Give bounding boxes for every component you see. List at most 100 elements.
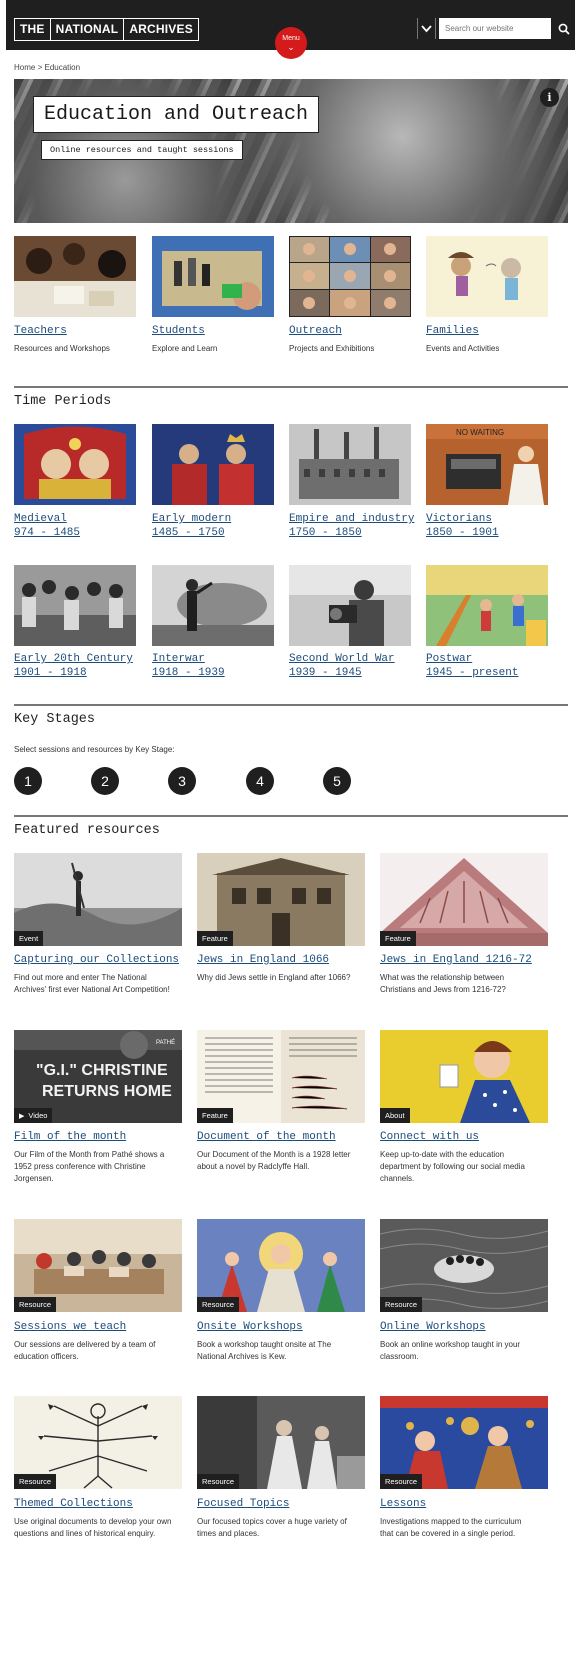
key-stage-1-button[interactable]: 1 (14, 767, 42, 795)
families-link[interactable]: Families (426, 324, 479, 338)
themed-collections-image[interactable]: Resource (14, 1396, 182, 1489)
key-stage-4-button[interactable]: 4 (246, 767, 274, 795)
key-stages-heading: Key Stages (14, 712, 96, 727)
film-of-month-image[interactable]: "G.I." CHRISTINE RETURNS HOME PATHÉ ▶ Vid… (14, 1030, 182, 1123)
focused-topics-image[interactable]: Resource (197, 1396, 365, 1489)
film-title-line2: RETURNS HOME (42, 1083, 172, 1100)
search-dropdown-toggle[interactable] (417, 18, 436, 39)
breadcrumb-separator: > (37, 63, 43, 72)
lessons-link[interactable]: Lessons (380, 1497, 426, 1511)
document-of-month-desc: Our Document of the Month is a 1928 lett… (197, 1150, 351, 1171)
resource-badge: Resource (197, 1297, 240, 1312)
breadcrumb-home-link[interactable]: Home (14, 63, 35, 72)
early-modern-range: 1485 - 1750 (152, 527, 225, 539)
key-stage-3-button[interactable]: 3 (168, 767, 196, 795)
early-20th-century-image[interactable] (14, 565, 136, 646)
victorians-sign-text: NO WAITING (456, 428, 504, 437)
empire-industry-title: Empire and industry (289, 513, 415, 525)
film-of-month-link[interactable]: Film of the month (14, 1130, 126, 1144)
key-stage-2-button[interactable]: 2 (91, 767, 119, 795)
interwar-image[interactable] (152, 565, 274, 646)
victorians-link[interactable]: Victorians 1850 - 1901 (426, 512, 499, 540)
students-image[interactable] (152, 236, 274, 317)
logo-word-the: THE (14, 18, 51, 41)
onsite-workshops-image[interactable]: Resource (197, 1219, 365, 1312)
site-logo[interactable]: THE NATIONAL ARCHIVES (14, 18, 199, 41)
section-divider (14, 704, 568, 706)
students-link[interactable]: Students (152, 324, 205, 338)
hero-banner: Education and Outreach Online resources … (14, 79, 568, 223)
feature-badge: Feature (197, 1108, 233, 1123)
interwar-link[interactable]: Interwar 1918 - 1939 (152, 652, 225, 680)
second-world-war-image[interactable] (289, 565, 411, 646)
students-desc: Explore and Learn (152, 344, 218, 353)
capturing-collections-desc: Find out more and enter The National Arch… (14, 973, 170, 994)
jews-england-1066-image[interactable]: Feature (197, 853, 365, 946)
themed-collections-link[interactable]: Themed Collections (14, 1497, 133, 1511)
menu-button[interactable]: Menu ⌄ (275, 27, 307, 59)
postwar-link[interactable]: Postwar 1945 - present (426, 652, 518, 680)
victorians-range: 1850 - 1901 (426, 527, 499, 539)
empire-industry-image[interactable] (289, 424, 411, 505)
info-icon[interactable]: i (540, 88, 559, 107)
lessons-image[interactable]: Resource (380, 1396, 548, 1489)
key-stage-5-button[interactable]: 5 (323, 767, 351, 795)
postwar-image[interactable] (426, 565, 548, 646)
medieval-image[interactable] (14, 424, 136, 505)
time-periods-heading: Time Periods (14, 394, 112, 409)
online-workshops-desc: Book an online workshop taught in your cl… (380, 1340, 521, 1361)
interwar-range: 1918 - 1939 (152, 667, 225, 679)
focused-topics-link[interactable]: Focused Topics (197, 1497, 289, 1511)
jews-england-1066-desc: Why did Jews settle in England after 106… (197, 973, 351, 982)
onsite-workshops-desc: Book a workshop taught onsite at The Nati… (197, 1340, 332, 1361)
medieval-title: Medieval (14, 513, 67, 525)
empire-industry-range: 1750 - 1850 (289, 527, 362, 539)
early-20th-century-title: Early 20th Century (14, 653, 133, 665)
focused-topics-desc: Our focused topics cover a huge variety … (197, 1517, 347, 1538)
families-image[interactable] (426, 236, 548, 317)
search-button[interactable] (554, 18, 574, 39)
featured-resources-heading: Featured resources (14, 823, 160, 838)
early-modern-title: Early modern (152, 513, 232, 525)
search-bar (417, 18, 574, 39)
feature-badge: Feature (380, 931, 416, 946)
empire-industry-link[interactable]: Empire and industry 1750 - 1850 (289, 512, 414, 540)
jews-england-1066-link[interactable]: Jews in England 1066 (197, 953, 329, 967)
second-world-war-title: Second World War (289, 653, 395, 665)
search-input[interactable] (439, 18, 551, 39)
resource-badge: Resource (197, 1474, 240, 1489)
jews-england-1216-desc: What was the relationship between Christi… (380, 973, 506, 994)
sessions-we-teach-link[interactable]: Sessions we teach (14, 1320, 126, 1334)
teachers-link[interactable]: Teachers (14, 324, 67, 338)
onsite-workshops-link[interactable]: Onsite Workshops (197, 1320, 303, 1334)
event-badge: Event (14, 931, 44, 946)
sessions-we-teach-image[interactable]: Resource (14, 1219, 182, 1312)
early-20th-century-link[interactable]: Early 20th Century 1901 - 1918 (14, 652, 133, 680)
resource-badge: Resource (14, 1474, 57, 1489)
lessons-desc: Investigations mapped to the curriculum t… (380, 1517, 522, 1538)
document-of-month-image[interactable]: Feature (197, 1030, 365, 1123)
jews-england-1216-image[interactable]: Feature (380, 853, 548, 946)
medieval-range: 974 - 1485 (14, 527, 81, 539)
early-modern-image[interactable] (152, 424, 274, 505)
capturing-collections-image[interactable]: Event (14, 853, 182, 946)
key-stages-intro: Select sessions and resources by Key Sta… (14, 745, 175, 754)
teachers-image[interactable] (14, 236, 136, 317)
second-world-war-link[interactable]: Second World War 1939 - 1945 (289, 652, 395, 680)
online-workshops-link[interactable]: Online Workshops (380, 1320, 486, 1334)
outreach-image[interactable] (289, 236, 411, 317)
document-of-month-link[interactable]: Document of the month (197, 1130, 336, 1144)
online-workshops-image[interactable]: Resource (380, 1219, 548, 1312)
jews-england-1216-link[interactable]: Jews in England 1216-72 (380, 953, 532, 967)
victorians-image[interactable]: NO WAITING (426, 424, 548, 505)
outreach-link[interactable]: Outreach (289, 324, 342, 338)
capturing-collections-link[interactable]: Capturing our Collections (14, 953, 179, 967)
medieval-link[interactable]: Medieval 974 - 1485 (14, 512, 80, 540)
victorians-title: Victorians (426, 513, 493, 525)
early-modern-link[interactable]: Early modern 1485 - 1750 (152, 512, 231, 540)
second-world-war-range: 1939 - 1945 (289, 667, 362, 679)
connect-with-us-image[interactable]: About (380, 1030, 548, 1123)
connect-with-us-link[interactable]: Connect with us (380, 1130, 479, 1144)
sessions-we-teach-desc: Our sessions are delivered by a team of e… (14, 1340, 156, 1361)
pathe-brand: PATHÉ (156, 1039, 175, 1046)
